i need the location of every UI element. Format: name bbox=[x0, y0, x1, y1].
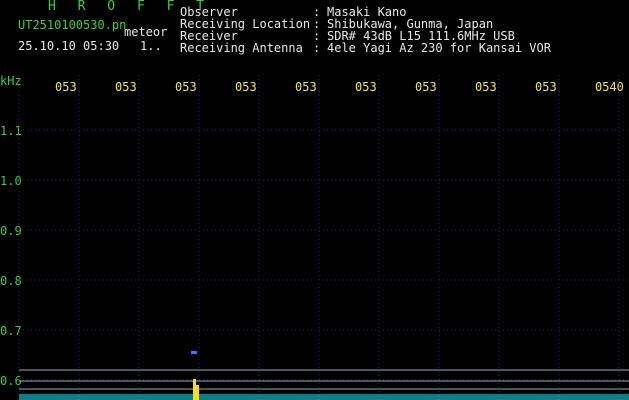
antenna-value: 4ele Yagi Az 230 for Kansai VOR bbox=[327, 41, 551, 55]
event-label: meteor bbox=[124, 25, 168, 39]
spectrogram-plot bbox=[18, 75, 629, 400]
antenna-label: Receiving Antenna bbox=[180, 41, 303, 55]
noise-floor bbox=[19, 394, 629, 400]
timestamp: 25.10.10 05:30 bbox=[18, 39, 120, 53]
meteor-count: 1.. bbox=[140, 39, 162, 53]
grid-lines bbox=[18, 75, 629, 400]
file-name: UT2510100530.pn bbox=[18, 18, 127, 32]
meteor-echo bbox=[191, 351, 199, 400]
antenna-separator: : bbox=[313, 41, 321, 55]
